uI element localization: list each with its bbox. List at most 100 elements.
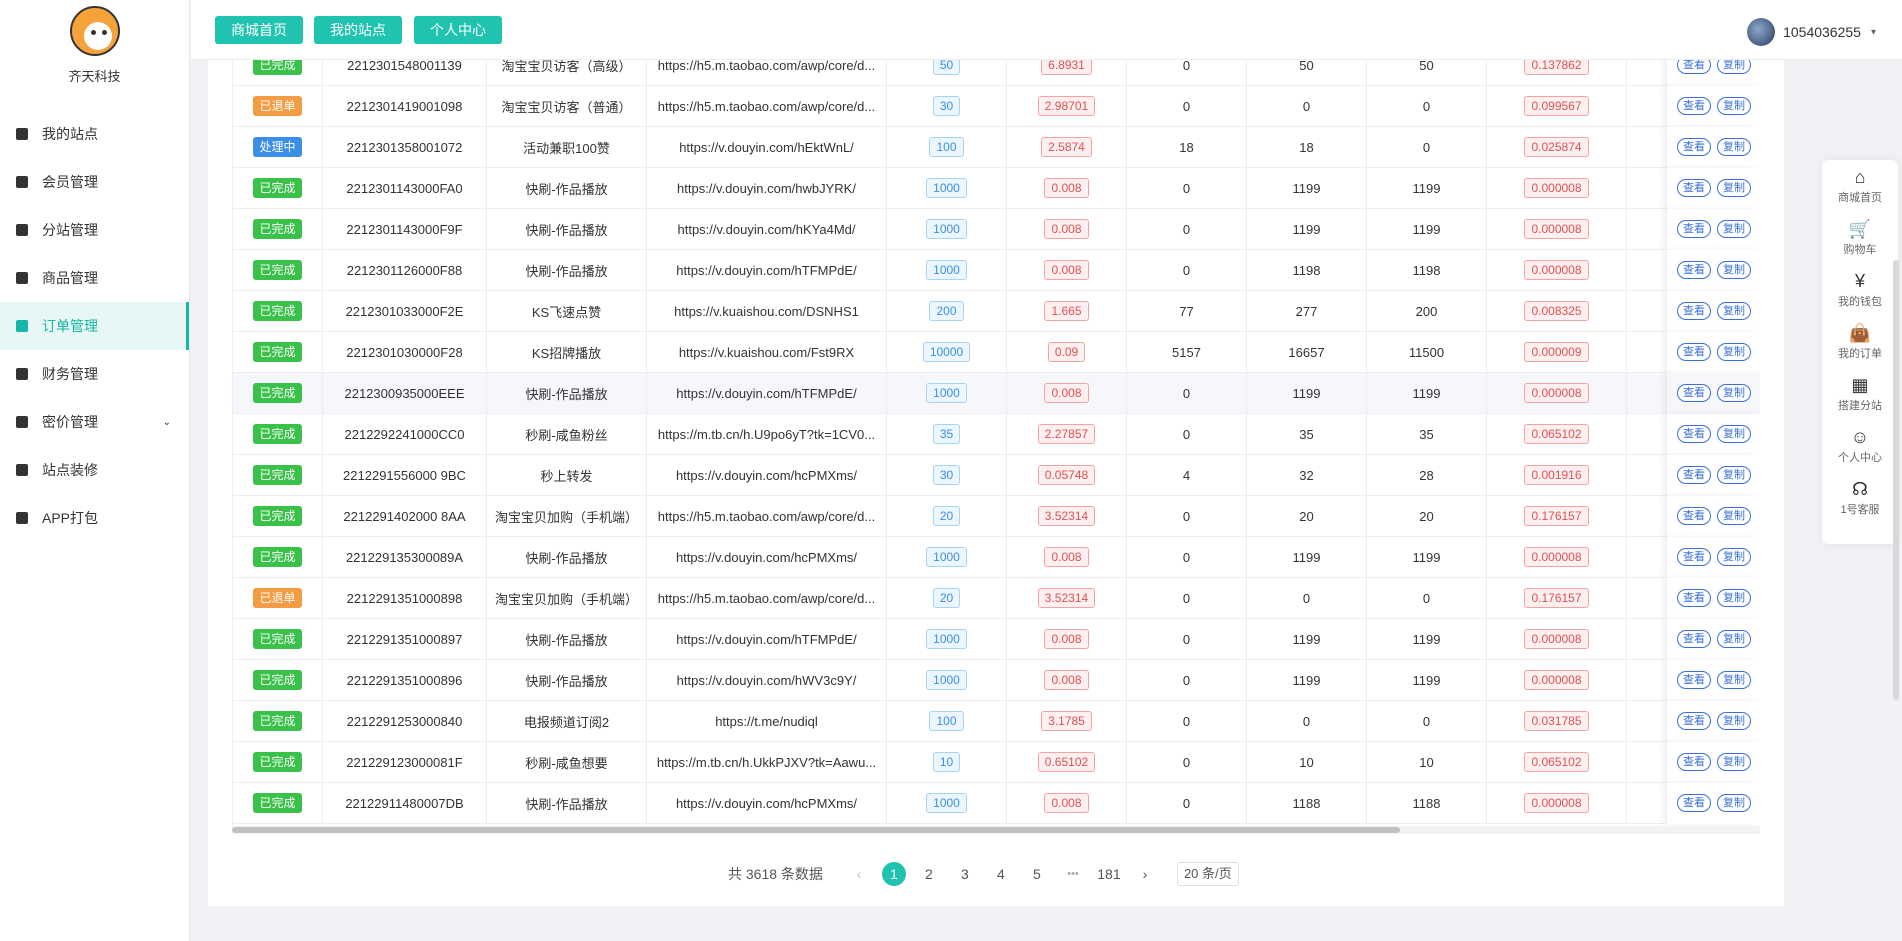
view-button[interactable]: 查看 — [1677, 630, 1711, 648]
row-actions: 查看 复制 — [1667, 413, 1760, 455]
view-button[interactable]: 查看 — [1677, 261, 1711, 279]
sidebar-item-3[interactable]: 商品管理 — [0, 254, 189, 302]
copy-button[interactable]: 复制 — [1717, 589, 1751, 607]
view-button[interactable]: 查看 — [1677, 425, 1711, 443]
copy-button[interactable]: 复制 — [1717, 425, 1751, 443]
copy-button[interactable]: 复制 — [1717, 712, 1751, 730]
view-button[interactable]: 查看 — [1677, 548, 1711, 566]
table-row[interactable]: 已退单 2212301419001098 淘宝宝贝访客（普通） https://h5.… — [233, 85, 1760, 127]
copy-button[interactable]: 复制 — [1717, 343, 1751, 361]
copy-button[interactable]: 复制 — [1717, 630, 1751, 648]
table-row[interactable]: 已完成 2212291351000897 快刷-作品播放 https://v.douy… — [233, 618, 1760, 660]
copy-button[interactable]: 复制 — [1717, 97, 1751, 115]
page-4[interactable]: 4 — [988, 862, 1014, 886]
view-button[interactable]: 查看 — [1677, 712, 1711, 730]
copy-button[interactable]: 复制 — [1717, 507, 1751, 525]
copy-button[interactable]: 复制 — [1717, 671, 1751, 689]
view-button[interactable]: 查看 — [1677, 302, 1711, 320]
copy-button[interactable]: 复制 — [1717, 261, 1751, 279]
view-button[interactable]: 查看 — [1677, 343, 1711, 361]
table-row[interactable]: 已完成 2212301126000F88 快刷-作品播放 https://v.douy… — [233, 249, 1760, 291]
table-row[interactable]: 已完成 2212291253000840 电报频道订阅2 https://t.me/n… — [233, 700, 1760, 742]
float-item-5[interactable]: ☺ 个人中心 — [1822, 420, 1898, 472]
table-row[interactable]: 已完成 2212291402000 8AA 淘宝宝贝加购（手机端） https://h… — [233, 495, 1760, 537]
float-item-0[interactable]: ⌂ 商城首页 — [1822, 160, 1898, 212]
view-button[interactable]: 查看 — [1677, 220, 1711, 238]
profile-button[interactable]: 个人中心 — [414, 16, 502, 44]
view-button[interactable]: 查看 — [1677, 671, 1711, 689]
float-item-4[interactable]: ▦ 搭建分站 — [1822, 368, 1898, 420]
table-row[interactable]: 已完成 2212301143000F9F 快刷-作品播放 https://v.douy… — [233, 208, 1760, 250]
float-item-6[interactable]: ☊ 1号客服 — [1822, 472, 1898, 524]
view-button[interactable]: 查看 — [1677, 589, 1711, 607]
current-text: 1199 — [1292, 180, 1321, 196]
sidebar-item-7[interactable]: 站点装修 — [0, 446, 189, 494]
table-row[interactable]: 已退单 2212291351000898 淘宝宝贝加购（手机端） https://h5… — [233, 577, 1760, 619]
table-row[interactable]: 已完成 2212291556000 9BC 秒上转发 https://v.douyin… — [233, 454, 1760, 496]
float-item-3[interactable]: 👜 我的订单 — [1822, 316, 1898, 368]
copy-button[interactable]: 复制 — [1717, 548, 1751, 566]
table-row[interactable]: 已完成 2212301548001139 淘宝宝贝访客（高级） https://h5.… — [233, 60, 1760, 86]
sidebar-item-6[interactable]: 密价管理 ⌄ — [0, 398, 189, 446]
sidebar-item-1[interactable]: 会员管理 — [0, 158, 189, 206]
table-row[interactable]: 已完成 2212292241000CC0 秒刷-咸鱼粉丝 https://m.tb.c… — [233, 413, 1760, 455]
status-badge: 已完成 — [253, 424, 302, 444]
view-button[interactable]: 查看 — [1677, 97, 1711, 115]
sidebar-item-4[interactable]: 订单管理 — [0, 302, 189, 350]
float-item-2[interactable]: ¥ 我的钱包 — [1822, 264, 1898, 316]
table-row[interactable]: 已完成 22122911480007DB 快刷-作品播放 https://v.douy… — [233, 782, 1760, 824]
cell-name: 淘宝宝贝加购（手机端） — [487, 495, 647, 537]
view-button[interactable]: 查看 — [1677, 138, 1711, 156]
table-row[interactable]: 已完成 2212301033000F2E KS飞速点赞 https://v.kuais… — [233, 290, 1760, 332]
name-text: 秒上转发 — [540, 468, 593, 484]
page-last[interactable]: 181 — [1096, 862, 1122, 886]
copy-button[interactable]: 复制 — [1717, 466, 1751, 484]
user-menu[interactable]: 1054036255 ▾ — [1747, 18, 1876, 46]
table-row[interactable]: 已完成 221229123000081F 秒刷-咸鱼想要 https://m.tb.c… — [233, 741, 1760, 783]
vertical-scrollbar[interactable] — [1893, 260, 1899, 700]
chevron-down-icon: ▾ — [1870, 26, 1876, 38]
view-button[interactable]: 查看 — [1677, 794, 1711, 812]
copy-button[interactable]: 复制 — [1717, 384, 1751, 402]
copy-button[interactable]: 复制 — [1717, 302, 1751, 320]
prev-page-icon[interactable]: ‹ — [846, 862, 872, 886]
page-size-select[interactable]: 20 条/页 — [1176, 862, 1239, 886]
cell-price: 0.008 — [1007, 782, 1127, 824]
next-page-icon[interactable]: › — [1132, 862, 1158, 886]
copy-button[interactable]: 复制 — [1717, 794, 1751, 812]
copy-button[interactable]: 复制 — [1717, 220, 1751, 238]
float-item-1[interactable]: 🛒 购物车 — [1822, 212, 1898, 264]
page-3[interactable]: 3 — [952, 862, 978, 886]
cell-url: https://h5.m.taobao.com/awp/core/d... — [647, 495, 887, 537]
view-button[interactable]: 查看 — [1677, 60, 1711, 74]
page-1[interactable]: 1 — [881, 862, 906, 886]
copy-button[interactable]: 复制 — [1717, 753, 1751, 771]
table-row[interactable]: 已完成 2212301030000F28 KS招牌播放 https://v.kuais… — [233, 331, 1760, 373]
view-button[interactable]: 查看 — [1677, 466, 1711, 484]
orders-table: 已完成 2212301548001139 淘宝宝贝访客（高级） https://h5.… — [232, 60, 1760, 826]
horizontal-scrollbar[interactable] — [232, 826, 1760, 834]
page-2[interactable]: 2 — [916, 862, 942, 886]
sidebar-item-8[interactable]: APP打包 — [0, 494, 189, 542]
scrollbar-thumb[interactable] — [232, 827, 1400, 833]
sidebar-item-2[interactable]: 分站管理 — [0, 206, 189, 254]
view-button[interactable]: 查看 — [1677, 179, 1711, 197]
sidebar-item-5[interactable]: 财务管理 — [0, 350, 189, 398]
copy-button[interactable]: 复制 — [1717, 138, 1751, 156]
more-pages-icon[interactable]: ••• — [1060, 862, 1086, 886]
copy-button[interactable]: 复制 — [1717, 179, 1751, 197]
view-button[interactable]: 查看 — [1677, 384, 1711, 402]
mall-home-button[interactable]: 商城首页 — [215, 16, 303, 44]
table-row[interactable]: 已完成 221229135300089A 快刷-作品播放 https://v.douy… — [233, 536, 1760, 578]
quantity-tag: 1000 — [926, 260, 967, 280]
table-row[interactable]: 处理中 2212301358001072 活动兼职100赞 https://v.dou… — [233, 126, 1760, 168]
my-site-button[interactable]: 我的站点 — [314, 16, 402, 44]
table-row[interactable]: 已完成 2212300935000EEE 快刷-作品播放 https://v.douy… — [233, 372, 1760, 414]
page-5[interactable]: 5 — [1024, 862, 1050, 886]
sidebar-item-0[interactable]: 我的站点 — [0, 110, 189, 158]
view-button[interactable]: 查看 — [1677, 753, 1711, 771]
copy-button[interactable]: 复制 — [1717, 60, 1751, 74]
table-row[interactable]: 已完成 2212291351000896 快刷-作品播放 https://v.douy… — [233, 659, 1760, 701]
view-button[interactable]: 查看 — [1677, 507, 1711, 525]
table-row[interactable]: 已完成 2212301143000FA0 快刷-作品播放 https://v.douy… — [233, 167, 1760, 209]
